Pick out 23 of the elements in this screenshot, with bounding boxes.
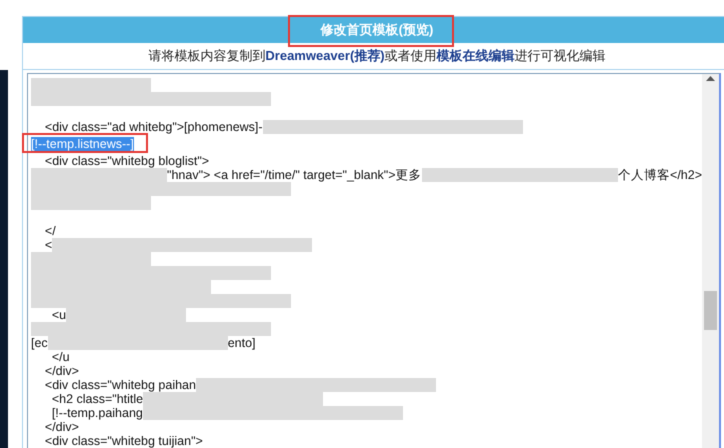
- code-line: ento]: [228, 336, 256, 350]
- code-line: <div class="whitebg bloglist">: [44, 154, 210, 168]
- code-line: <div class="whitebg tuijian">: [44, 434, 203, 448]
- code-line: </div>: [44, 420, 79, 434]
- code-line: "hnav"> <a href="/time/" target="_blank">更多: [167, 168, 422, 182]
- code-line: </u: [50, 350, 70, 364]
- code-line: <u: [50, 308, 66, 322]
- code-line: <h2 class="htitle: [50, 392, 144, 406]
- template-code-field[interactable]: [27, 73, 721, 448]
- vertical-scrollbar[interactable]: [702, 74, 719, 448]
- code-line: </: [44, 224, 56, 238]
- code-line: 个人博客</h2>: [618, 168, 702, 182]
- instruction-text: 请将模板内容复制到Dreamweaver(推荐)或者使用模板在线编辑进行可视化编辑: [148, 47, 606, 66]
- code-line: </div>: [44, 364, 79, 378]
- scroll-thumb[interactable]: [704, 291, 717, 330]
- code-line: [!--temp.paihang: [50, 406, 143, 420]
- code-line: <div class="whitebg paihan: [44, 378, 196, 392]
- code-line: <: [44, 238, 52, 252]
- code-line: <div class="ad whitebg">[phomenews]-: [44, 120, 263, 134]
- panel-title: 修改首页模板(预览): [320, 21, 434, 40]
- selected-code-text: [!--temp.listnews--]: [31, 137, 134, 151]
- code-line: [ec: [31, 336, 48, 350]
- scroll-up-icon[interactable]: [706, 76, 715, 81]
